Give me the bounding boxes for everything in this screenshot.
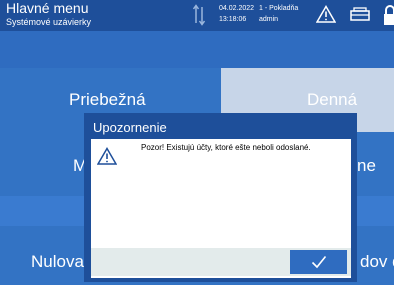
tile-nulova-label: Nulova — [31, 252, 84, 271]
printer-icon[interactable] — [350, 7, 370, 21]
dialog-message: Pozor! Existujú účty, ktoré ešte neboli … — [141, 143, 311, 152]
current-date: 04.02.2022 — [219, 5, 255, 12]
sync-icon — [193, 4, 205, 26]
user-name: admin — [259, 16, 279, 23]
dialog-footer — [91, 248, 351, 276]
warning-icon[interactable] — [316, 5, 336, 23]
tile-bottom-right-label: dov d — [360, 252, 394, 271]
top-bar: Hlavné menu Systémové uzávierky 04.02.20… — [0, 0, 394, 31]
dialog-body: Pozor! Existujú účty, ktoré ešte neboli … — [91, 139, 351, 278]
tile-denna-label: Denná — [307, 90, 358, 109]
page-title: Hlavné menu — [6, 0, 89, 16]
check-icon — [311, 255, 326, 269]
lock-icon[interactable] — [383, 4, 394, 26]
tile-priebezna-label: Priebežná — [69, 90, 146, 109]
ok-button[interactable] — [290, 250, 347, 274]
page-subtitle: Systémové uzávierky — [6, 17, 92, 27]
register-name: 1 - Pokladňa — [259, 5, 299, 12]
dialog-title: Upozornenie — [93, 120, 167, 135]
warning-icon — [97, 147, 117, 165]
tile-mid-right-label: ne — [357, 156, 376, 175]
menu-spacer — [0, 31, 394, 68]
warning-dialog: Upozornenie Pozor! Existujú účty, ktoré … — [84, 113, 357, 282]
current-time: 13:18:06 — [219, 16, 247, 23]
